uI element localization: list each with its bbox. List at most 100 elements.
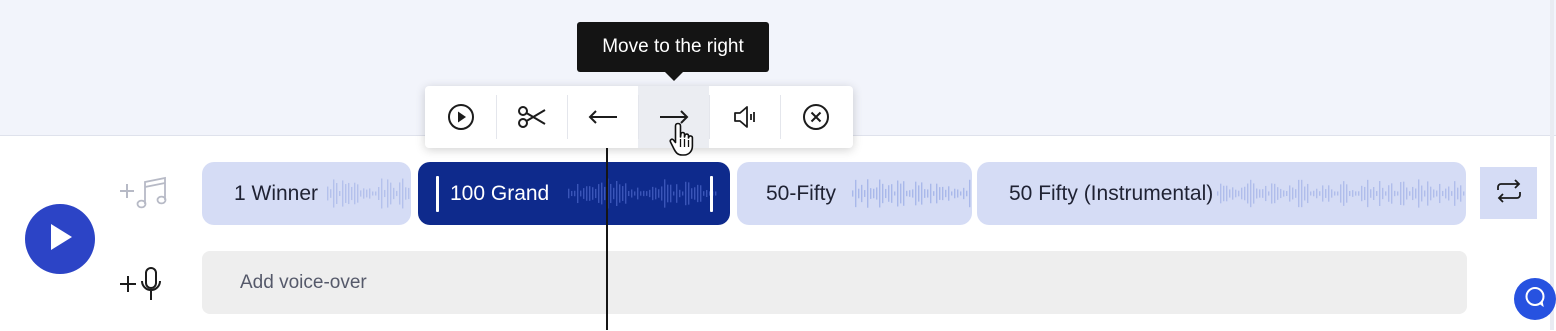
music-clip[interactable]: 50-Fifty bbox=[737, 162, 972, 225]
waveform-bar bbox=[378, 186, 380, 201]
waveform-bar bbox=[1217, 191, 1219, 196]
waveform-bar bbox=[912, 189, 914, 198]
playhead[interactable] bbox=[606, 148, 608, 330]
waveform-bar bbox=[366, 189, 368, 198]
waveform-bar bbox=[906, 190, 908, 197]
chat-support-button[interactable] bbox=[1514, 278, 1556, 320]
waveform-bar bbox=[900, 183, 902, 204]
waveform-bar bbox=[330, 189, 332, 198]
waveform-bar bbox=[685, 181, 687, 206]
waveform-bar bbox=[1355, 191, 1357, 196]
waveform-bar bbox=[682, 191, 684, 196]
waveform-bar bbox=[387, 179, 389, 208]
waveform-bar bbox=[348, 182, 350, 205]
waveform-bar bbox=[897, 180, 899, 207]
waveform-bar bbox=[1256, 188, 1258, 199]
waveform-bar bbox=[1397, 191, 1399, 196]
waveform-bar bbox=[1310, 191, 1312, 196]
waveform-bar bbox=[885, 188, 887, 199]
waveform-bar bbox=[1364, 186, 1366, 201]
hand-cursor-icon bbox=[668, 121, 698, 164]
waveform-bar bbox=[864, 190, 866, 197]
waveform-bar bbox=[1271, 183, 1273, 204]
waveform-bar bbox=[1247, 183, 1249, 204]
waveform-bar bbox=[715, 191, 717, 196]
move-left-button[interactable] bbox=[567, 86, 638, 148]
waveform-bar bbox=[574, 190, 576, 197]
clip-label: 1 Winner bbox=[234, 182, 319, 205]
waveform-bar bbox=[1400, 182, 1402, 205]
waveform-bar bbox=[637, 187, 639, 200]
play-clip-button[interactable] bbox=[425, 86, 496, 148]
waveform-bar bbox=[381, 178, 383, 209]
waveform-bar bbox=[601, 182, 603, 205]
clip-label: 50-Fifty bbox=[766, 182, 837, 205]
waveform-bar bbox=[939, 187, 941, 200]
delete-clip-button[interactable] bbox=[780, 86, 851, 148]
voiceover-track[interactable]: Add voice-over bbox=[202, 251, 1467, 314]
waveform-bar bbox=[634, 191, 636, 196]
waveform-bar bbox=[390, 182, 392, 205]
waveform-bar bbox=[402, 178, 404, 209]
waveform-bar bbox=[1229, 189, 1231, 198]
waveform-bar bbox=[1286, 190, 1288, 197]
play-button[interactable] bbox=[25, 204, 95, 274]
waveform-bar bbox=[969, 179, 971, 208]
waveform-bar bbox=[640, 191, 642, 196]
volume-button[interactable] bbox=[709, 86, 780, 148]
waveform-bar bbox=[954, 188, 956, 199]
waveform-bar bbox=[1226, 185, 1228, 202]
waveform-bar bbox=[873, 188, 875, 199]
cut-clip-button[interactable] bbox=[496, 86, 567, 148]
waveform-bar bbox=[643, 190, 645, 197]
waveform-bar bbox=[375, 191, 377, 196]
waveform-bar bbox=[405, 187, 407, 200]
waveform-bar bbox=[1457, 187, 1459, 200]
waveform-bar bbox=[694, 187, 696, 200]
waveform-bar bbox=[595, 188, 597, 199]
waveform-bar bbox=[1340, 184, 1342, 203]
scrollbar[interactable] bbox=[1550, 0, 1554, 330]
waveform-bar bbox=[1430, 186, 1432, 201]
music-clip[interactable]: 50 Fifty (Instrumental) bbox=[977, 162, 1466, 225]
waveform-bar bbox=[1220, 183, 1222, 204]
music-clip-selected[interactable]: 100 Grand bbox=[418, 162, 730, 225]
waveform-bar bbox=[1277, 187, 1279, 200]
waveform-bar bbox=[1391, 183, 1393, 204]
waveform-bar bbox=[1370, 189, 1372, 198]
tooltip-arrow bbox=[664, 71, 684, 81]
trim-handle-left[interactable] bbox=[436, 176, 439, 212]
waveform-bar bbox=[1337, 191, 1339, 196]
waveform-bar bbox=[393, 187, 395, 200]
waveform-bar bbox=[1394, 190, 1396, 197]
waveform-bar bbox=[1385, 191, 1387, 196]
waveform-bar bbox=[700, 185, 702, 202]
scissors-icon bbox=[517, 105, 547, 129]
waveform-bar bbox=[870, 188, 872, 199]
waveform-bar bbox=[360, 190, 362, 197]
clip-toolbar bbox=[425, 86, 853, 148]
waveform-bar bbox=[1346, 184, 1348, 203]
waveform-bar bbox=[342, 180, 344, 207]
waveform-bar bbox=[610, 183, 612, 204]
waveform-bar bbox=[1439, 183, 1441, 204]
waveform-bar bbox=[598, 184, 600, 203]
waveform-bar bbox=[915, 181, 917, 206]
waveform-bar bbox=[658, 189, 660, 198]
music-clip[interactable]: 1 Winner bbox=[202, 162, 411, 225]
waveform-bar bbox=[1460, 185, 1462, 202]
add-voiceover-button[interactable] bbox=[118, 266, 168, 302]
waveform-bar bbox=[1289, 185, 1291, 202]
waveform-bar bbox=[858, 188, 860, 199]
waveform-bar bbox=[903, 181, 905, 206]
add-music-button[interactable] bbox=[118, 176, 170, 210]
play-circle-icon bbox=[447, 103, 475, 131]
add-music-icon bbox=[118, 176, 170, 214]
close-circle-icon bbox=[802, 103, 830, 131]
waveform-bar bbox=[670, 184, 672, 203]
waveform-bar bbox=[861, 184, 863, 203]
loop-button[interactable] bbox=[1480, 167, 1537, 219]
speaker-icon bbox=[732, 104, 758, 130]
trim-handle-right[interactable] bbox=[710, 176, 713, 212]
waveform-bar bbox=[927, 189, 929, 198]
